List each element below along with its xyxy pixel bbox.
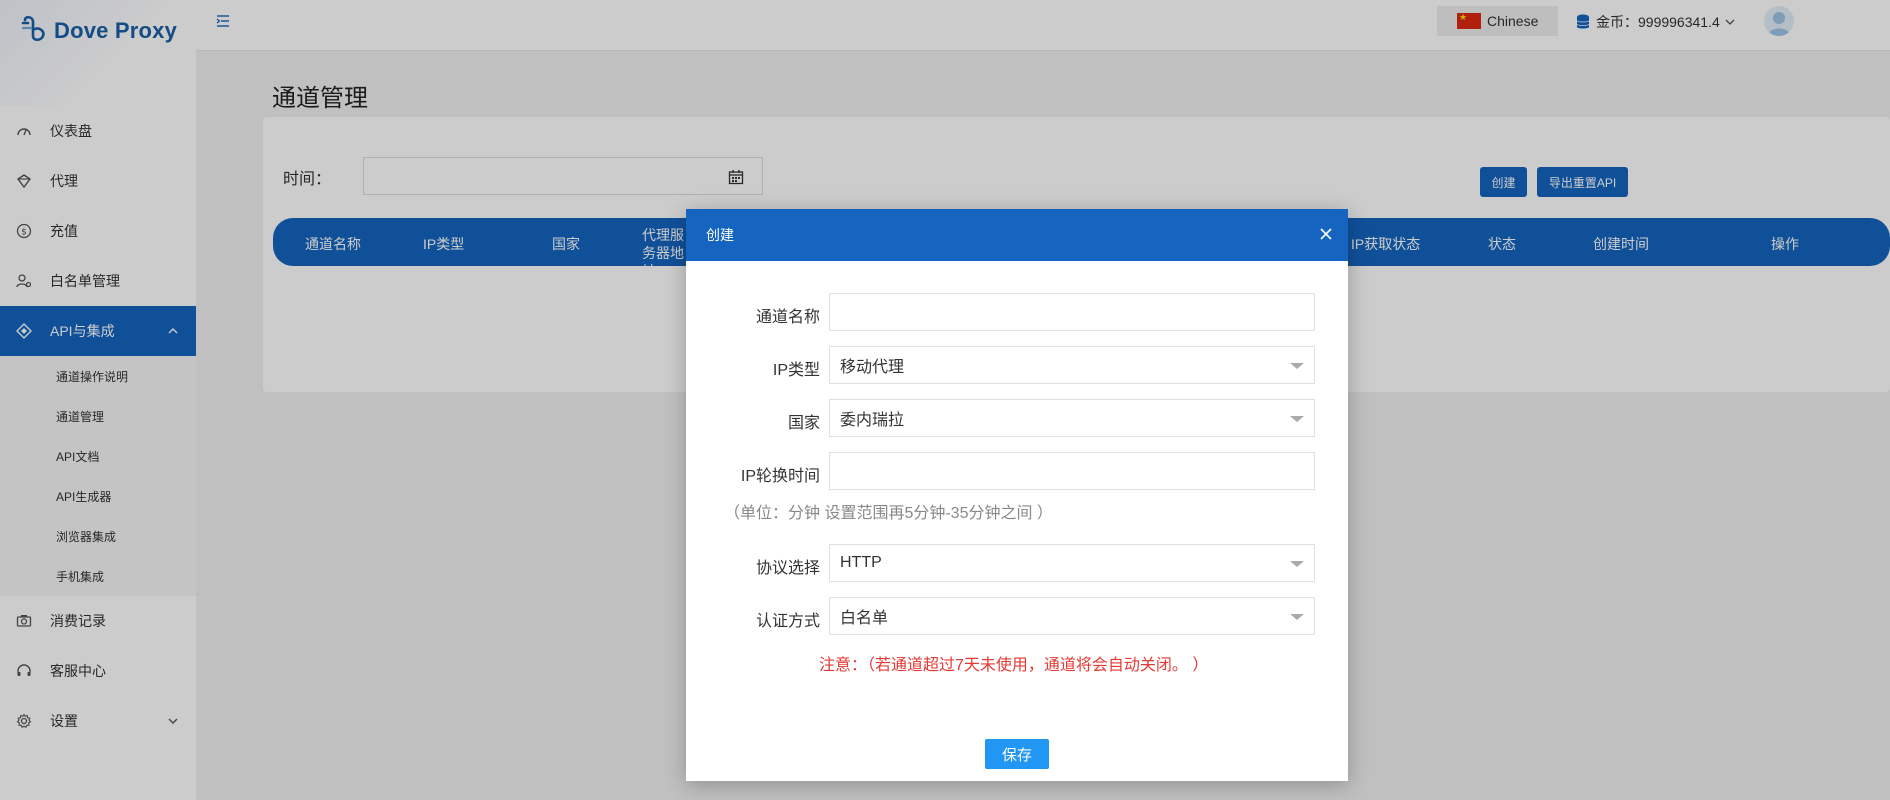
auto-close-note: 注意：（若通道超过7天未使用，通道将会自动关闭。 ）	[819, 657, 1209, 674]
form-row-rotation: IP轮换时间	[686, 452, 1348, 490]
country-select[interactable]: 委内瑞拉	[829, 399, 1315, 437]
field-label: 认证方式	[755, 613, 820, 630]
protocol-select[interactable]: HTTP	[829, 544, 1315, 582]
select-value: 委内瑞拉	[840, 412, 905, 429]
form-row-ip-type: IP类型 移动代理	[686, 346, 1348, 384]
dialog-title: 创建	[706, 227, 734, 243]
form-row-auth: 认证方式 白名单	[686, 597, 1348, 635]
select-value: 移动代理	[840, 359, 905, 376]
ip-type-select[interactable]: 移动代理	[829, 346, 1315, 384]
form-row-protocol: 协议选择 HTTP	[686, 544, 1348, 582]
form-row-country: 国家 委内瑞拉	[686, 399, 1348, 437]
field-label: 国家	[787, 415, 820, 432]
field-label: IP类型	[772, 362, 820, 379]
save-button[interactable]: 保存	[985, 739, 1049, 769]
caret-down-icon	[1290, 416, 1304, 422]
field-label: 通道名称	[755, 309, 820, 326]
select-value: HTTP	[840, 554, 882, 571]
dialog-header: 创建	[686, 209, 1348, 261]
field-label: IP轮换时间	[740, 468, 820, 485]
select-value: 白名单	[840, 610, 889, 627]
caret-down-icon	[1290, 363, 1304, 369]
caret-down-icon	[1290, 614, 1304, 620]
create-channel-dialog: 创建 通道名称 IP类型 移动代理 国家 委内瑞拉 IP轮换时间 （单位：分钟 …	[686, 209, 1348, 781]
caret-down-icon	[1290, 561, 1304, 567]
rotation-hint: （单位：分钟 设置范围再5分钟-35分钟之间 ）	[724, 505, 1053, 522]
auth-method-select[interactable]: 白名单	[829, 597, 1315, 635]
close-icon[interactable]	[1318, 226, 1334, 242]
field-label: 协议选择	[755, 560, 820, 577]
form-row-channel-name: 通道名称	[686, 293, 1348, 331]
channel-name-input[interactable]	[829, 293, 1315, 331]
ip-rotation-input[interactable]	[829, 452, 1315, 490]
